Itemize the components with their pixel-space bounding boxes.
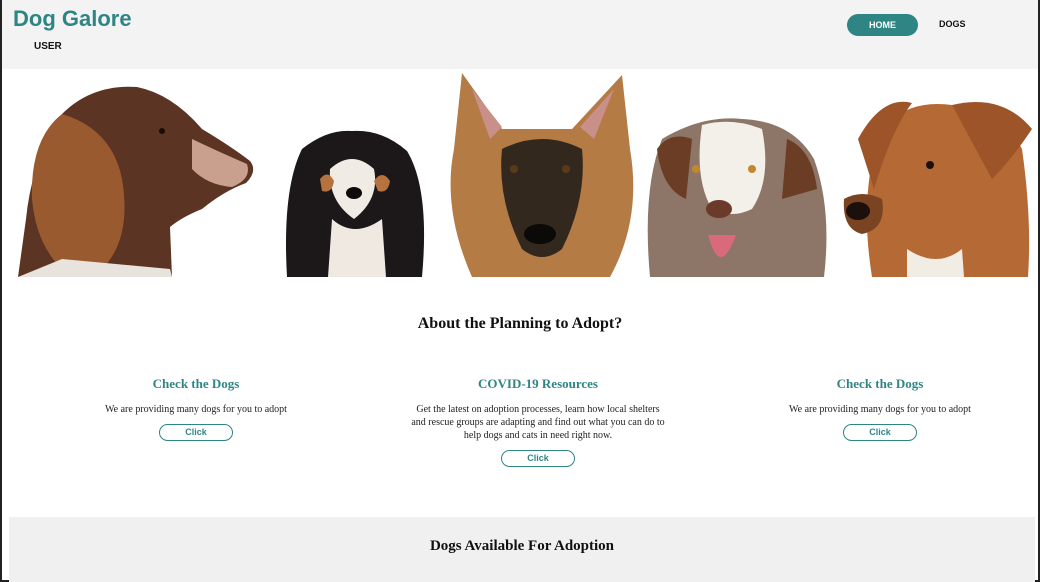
- brand-logo[interactable]: Dog Galore: [13, 6, 132, 32]
- nav-home-button[interactable]: HOME: [847, 14, 918, 36]
- hero-dog-banner: [2, 69, 1038, 280]
- card-text: Get the latest on adoption processes, le…: [411, 404, 665, 441]
- dog-german-shepherd: [450, 73, 634, 277]
- card-click-button[interactable]: Click: [843, 424, 917, 441]
- about-section-title: About the Planning to Adopt?: [417, 315, 623, 332]
- dog-australian-shepherd: [647, 118, 827, 277]
- card-title: Check the Dogs: [152, 376, 240, 391]
- hero-dogs-illustration: [18, 73, 1032, 278]
- nav-dogs-link[interactable]: DOGS: [939, 19, 966, 29]
- card-title: COVID-19 Resources: [478, 376, 598, 391]
- dog-spaniel: [18, 86, 254, 278]
- dog-cavalier: [286, 130, 425, 277]
- card-click-button[interactable]: Click: [501, 450, 575, 467]
- available-dogs-section: Dogs Available For Adoption: [9, 517, 1035, 582]
- dog-mixed-breed: [843, 101, 1032, 277]
- card-text: We are providing many dogs for you to ad…: [789, 404, 971, 415]
- card-click-button[interactable]: Click: [159, 424, 233, 441]
- info-card-check-dogs-1: Check the Dogs We are providing many dog…: [66, 376, 326, 441]
- card-title: Check the Dogs: [836, 376, 924, 391]
- nav-user-link[interactable]: USER: [34, 41, 62, 52]
- available-dogs-title: Dogs Available For Adoption: [429, 538, 615, 554]
- card-text: We are providing many dogs for you to ad…: [105, 404, 287, 415]
- info-card-covid-resources: COVID-19 Resources Get the latest on ado…: [408, 376, 668, 467]
- info-card-check-dogs-2: Check the Dogs We are providing many dog…: [750, 376, 1010, 441]
- site-header: Dog Galore USER HOME DOGS: [2, 0, 1038, 69]
